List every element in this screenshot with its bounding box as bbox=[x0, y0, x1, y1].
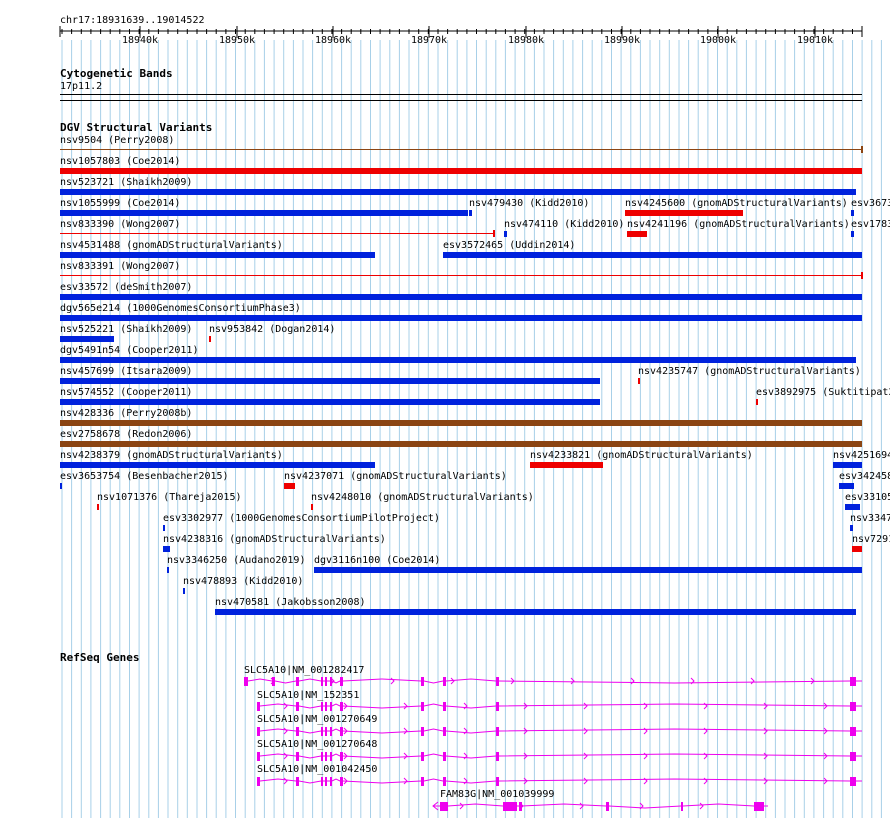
gene-exon bbox=[606, 802, 609, 811]
gene-exon bbox=[503, 802, 517, 811]
gene-exon bbox=[850, 727, 856, 736]
gene-label[interactable]: SLC5A10|NM_001282417 bbox=[244, 665, 364, 676]
gene-exon bbox=[330, 752, 332, 761]
gene-model bbox=[257, 777, 862, 786]
gene-exon bbox=[330, 702, 332, 711]
gene-exon bbox=[325, 702, 327, 711]
gene-exon bbox=[340, 777, 343, 786]
gene-exon bbox=[850, 777, 856, 786]
gene-exon bbox=[257, 777, 260, 786]
gene-exon bbox=[496, 777, 499, 786]
gene-exon bbox=[496, 702, 499, 711]
gene-exon bbox=[496, 752, 499, 761]
gene-exon bbox=[443, 702, 446, 711]
gene-exon bbox=[496, 727, 499, 736]
gene-exon bbox=[850, 752, 856, 761]
gene-exon bbox=[443, 677, 446, 686]
gene-exon bbox=[296, 677, 299, 686]
gene-exon bbox=[296, 777, 299, 786]
gene-exon bbox=[296, 702, 299, 711]
gene-model bbox=[432, 801, 768, 811]
gene-exon bbox=[257, 702, 260, 711]
gene-exon bbox=[421, 677, 424, 686]
gene-label[interactable]: SLC5A10|NM_001270649 bbox=[257, 714, 377, 725]
gene-exon bbox=[321, 727, 323, 736]
gene-exon bbox=[340, 727, 343, 736]
gene-exon bbox=[443, 777, 446, 786]
gene-exon bbox=[257, 752, 260, 761]
gene-exon bbox=[325, 752, 327, 761]
gene-exon bbox=[421, 702, 424, 711]
gene-model bbox=[244, 677, 862, 686]
gene-exon bbox=[325, 677, 327, 686]
gene-exon bbox=[296, 752, 299, 761]
gene-exon bbox=[330, 727, 332, 736]
gene-label[interactable]: SLC5A10|NM_001042450 bbox=[257, 764, 377, 775]
gene-exon bbox=[325, 727, 327, 736]
gene-label[interactable]: SLC5A10|NM_001270648 bbox=[257, 739, 377, 750]
gene-exon bbox=[340, 702, 343, 711]
gene-exon bbox=[321, 677, 323, 686]
gene-exon bbox=[340, 752, 343, 761]
gene-model bbox=[257, 702, 862, 711]
gene-exon bbox=[296, 727, 299, 736]
gene-exon bbox=[330, 777, 332, 786]
gene-exon bbox=[443, 727, 446, 736]
gene-exon bbox=[421, 752, 424, 761]
gene-model bbox=[257, 752, 862, 761]
gene-exon bbox=[325, 777, 327, 786]
gene-exon bbox=[321, 752, 323, 761]
gene-label[interactable]: SLC5A10|NM_152351 bbox=[257, 690, 359, 701]
gene-exon bbox=[850, 677, 856, 686]
genome-browser-view: chr17:18931639..19014522 18940k 18950k 189… bbox=[0, 0, 890, 818]
gene-exon bbox=[681, 802, 683, 811]
gene-exon bbox=[443, 752, 446, 761]
gene-exon bbox=[496, 677, 499, 686]
gene-exon bbox=[321, 777, 323, 786]
gene-exon bbox=[257, 727, 260, 736]
gene-exon bbox=[754, 802, 764, 811]
gene-exon bbox=[244, 677, 248, 686]
gene-exon bbox=[421, 727, 424, 736]
refseq-gene-models[interactable] bbox=[0, 0, 890, 818]
gene-model bbox=[257, 727, 862, 736]
gene-label[interactable]: FAM83G|NM_001039999 bbox=[440, 789, 554, 800]
gene-exon bbox=[340, 677, 343, 686]
gene-exon bbox=[850, 702, 856, 711]
gene-exon bbox=[421, 777, 424, 786]
gene-exon bbox=[440, 802, 448, 811]
gene-exon bbox=[321, 702, 323, 711]
